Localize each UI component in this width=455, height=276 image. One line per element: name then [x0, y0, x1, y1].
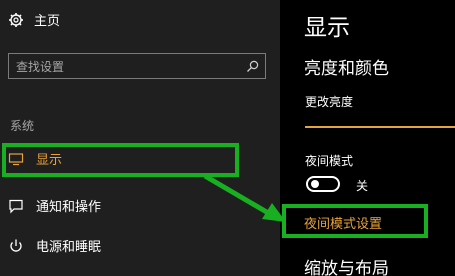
annotation-arrow-icon — [203, 173, 286, 222]
